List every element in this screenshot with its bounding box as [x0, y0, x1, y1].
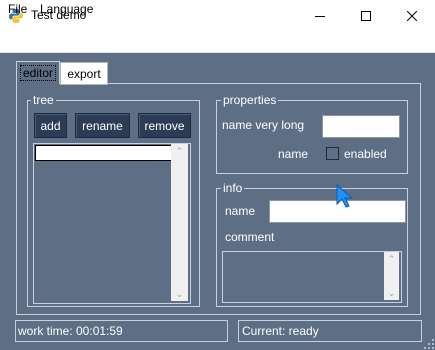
info-group-title: info [221, 181, 245, 195]
status-work-time: work time: 00:01:59 [15, 320, 228, 342]
properties-group-title: properties [221, 93, 279, 107]
tab-editor[interactable]: editor [16, 61, 60, 84]
close-icon [407, 11, 417, 21]
comment-scrollbar[interactable]: ⌃ ⌄ [384, 252, 399, 300]
mouse-cursor-icon [336, 184, 354, 208]
maximize-icon [361, 11, 371, 21]
status-current: Current: ready [238, 320, 422, 342]
rename-button[interactable]: rename [75, 113, 130, 138]
maximize-button[interactable] [343, 0, 389, 32]
scroll-down-icon[interactable]: ⌄ [384, 286, 399, 300]
enabled-checkbox[interactable] [326, 147, 339, 160]
menu-language[interactable]: Language [40, 2, 93, 16]
tab-export-label: export [67, 66, 101, 81]
minimize-icon [315, 16, 325, 17]
name-label: name [278, 147, 309, 161]
tab-export[interactable]: export [60, 62, 108, 85]
scroll-track[interactable] [171, 158, 188, 287]
scroll-track[interactable] [384, 266, 399, 286]
add-button[interactable]: add [34, 113, 67, 138]
comment-textarea[interactable] [222, 251, 402, 303]
enabled-label: enabled [344, 147, 387, 161]
menu-bar [0, 32, 435, 53]
tab-editor-label: editor [19, 65, 57, 81]
minimize-button[interactable] [297, 0, 343, 32]
property-label: name very long [222, 118, 305, 132]
scroll-up-icon[interactable]: ⌃ [171, 144, 188, 158]
scroll-down-icon[interactable]: ⌄ [171, 287, 188, 301]
scroll-up-icon[interactable]: ⌃ [384, 252, 399, 266]
remove-button[interactable]: remove [138, 113, 191, 138]
comment-label: comment [225, 230, 275, 244]
info-name-label: name [225, 204, 256, 218]
menu-file[interactable]: File [8, 2, 27, 16]
property-input[interactable] [322, 115, 400, 138]
resize-grip-icon[interactable] [423, 338, 435, 350]
close-button[interactable] [389, 0, 435, 32]
tree-list[interactable] [33, 143, 191, 304]
tree-item-selected[interactable] [35, 145, 172, 161]
tree-group-title: tree [31, 93, 56, 107]
tree-scrollbar[interactable]: ⌃ ⌄ [171, 144, 188, 301]
